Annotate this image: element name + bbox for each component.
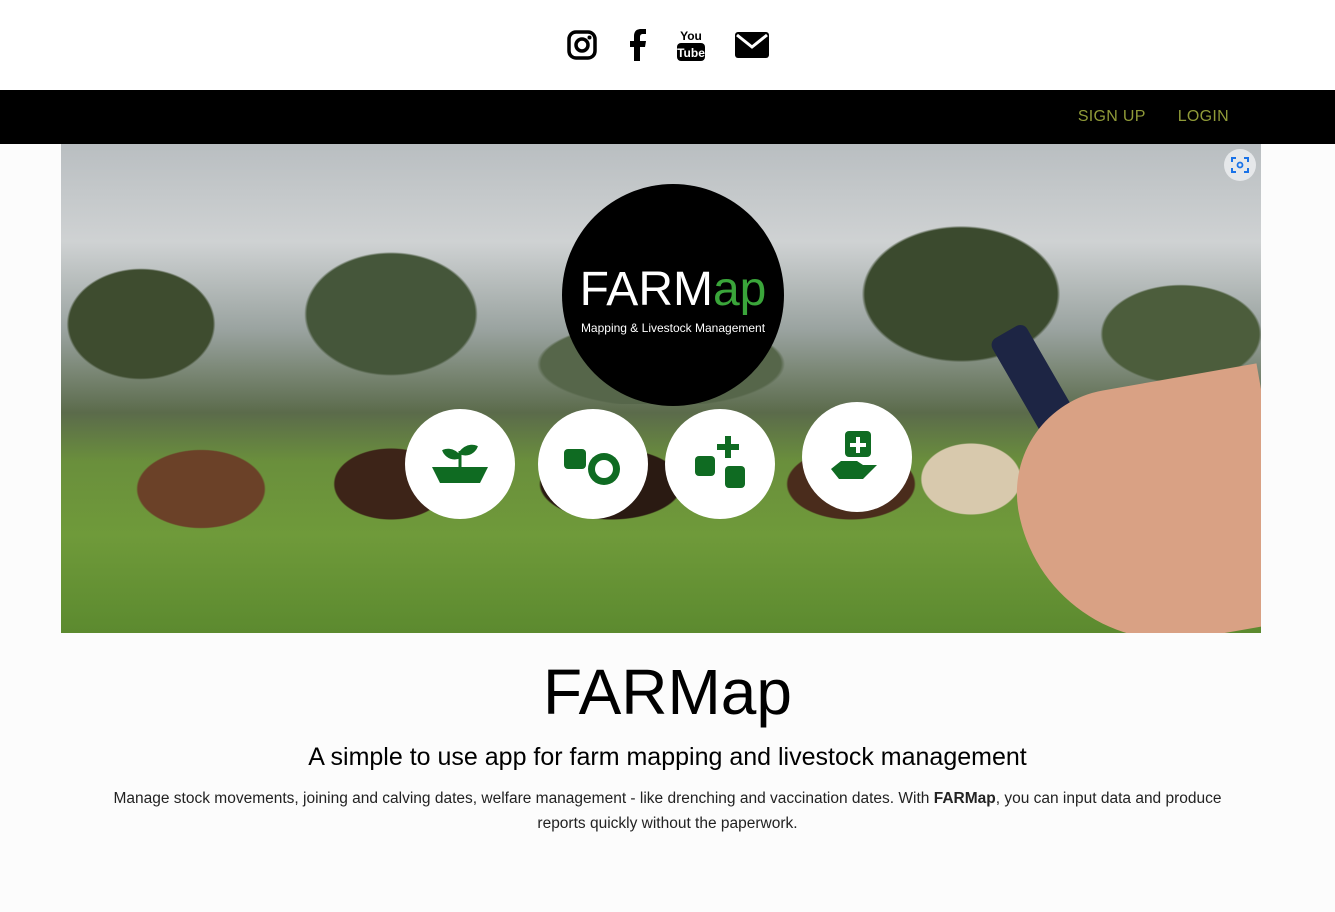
facebook-icon[interactable] — [627, 29, 647, 61]
farmap-logo: FARMap Mapping & Livestock Management — [562, 184, 784, 406]
svg-text:You: You — [680, 29, 702, 43]
svg-text:Tube: Tube — [677, 46, 705, 60]
login-link[interactable]: LOGIN — [1178, 108, 1229, 126]
signup-link[interactable]: SIGN UP — [1078, 108, 1146, 126]
desc-brand: FARMap — [933, 790, 996, 807]
visual-search-button[interactable] — [1224, 149, 1256, 181]
email-icon[interactable] — [734, 31, 769, 59]
page-title: FARMap — [543, 656, 792, 728]
desc-text: Manage stock movements, joining and calv… — [113, 790, 934, 807]
cattle-sheep-icon — [538, 409, 648, 519]
logo-title-accent: ap — [712, 263, 767, 316]
logo-title: FARM — [579, 263, 713, 316]
hero-image: FARMap Mapping & Livestock Management — [61, 144, 1261, 633]
description: Manage stock movements, joining and calv… — [103, 786, 1233, 836]
intro-section: FARMap A simple to use app for farm mapp… — [0, 655, 1335, 836]
feed-trough-icon — [405, 409, 515, 519]
scan-icon — [1231, 157, 1249, 173]
social-bar: You Tube — [0, 0, 1335, 90]
medical-care-icon — [802, 402, 912, 512]
instagram-icon[interactable] — [566, 30, 597, 60]
youtube-icon[interactable]: You Tube — [676, 28, 705, 62]
page-subtitle: A simple to use app for farm mapping and… — [308, 743, 1027, 771]
cattle-health-icon — [665, 409, 775, 519]
top-nav: SIGN UP LOGIN — [0, 90, 1335, 144]
logo-subtitle: Mapping & Livestock Management — [580, 321, 766, 335]
